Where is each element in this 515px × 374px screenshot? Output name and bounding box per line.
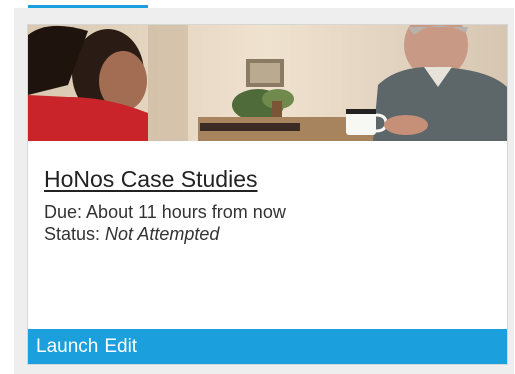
- course-thumbnail-image: [28, 25, 507, 141]
- status-value: Not Attempted: [105, 224, 220, 244]
- status-label: Status:: [44, 224, 101, 244]
- edit-button[interactable]: Edit: [104, 336, 137, 358]
- course-title-link[interactable]: HoNos Case Studies: [44, 165, 258, 193]
- card-action-bar: Launch Edit: [28, 329, 507, 364]
- due-line: Due: About 11 hours from now: [44, 201, 497, 223]
- course-card: HoNos Case Studies Due: About 11 hours f…: [27, 24, 508, 365]
- tab-indicator: [28, 5, 148, 8]
- status-line: Status: Not Attempted: [44, 223, 497, 245]
- due-value: About 11 hours from now: [86, 202, 286, 222]
- launch-button[interactable]: Launch: [36, 336, 98, 358]
- due-label: Due:: [44, 202, 83, 222]
- card-body: HoNos Case Studies Due: About 11 hours f…: [44, 165, 497, 245]
